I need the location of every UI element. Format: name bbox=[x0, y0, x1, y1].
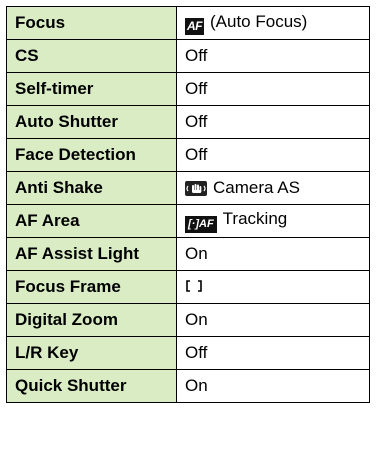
setting-value: On bbox=[176, 237, 370, 271]
table-row: Anti Shake Camera AS bbox=[6, 171, 370, 205]
setting-value: Off bbox=[176, 138, 370, 172]
setting-value-cell: [·]AF Tracking bbox=[176, 204, 370, 238]
setting-label: Digital Zoom bbox=[6, 303, 177, 337]
af-tracking-icon-text: AF bbox=[199, 218, 214, 230]
setting-value-cell: AF (Auto Focus) bbox=[176, 6, 370, 40]
setting-value: Tracking bbox=[222, 209, 288, 228]
setting-label: AF Assist Light bbox=[6, 237, 177, 271]
setting-label: AF Area bbox=[6, 204, 177, 238]
af-tracking-icon: [·]AF bbox=[185, 216, 217, 233]
setting-value-cell: Camera AS bbox=[176, 171, 370, 205]
setting-label: Face Detection bbox=[6, 138, 177, 172]
table-row: Digital Zoom On bbox=[6, 303, 370, 337]
table-row: L/R Key Off bbox=[6, 336, 370, 370]
af-icon: AF bbox=[185, 17, 204, 35]
table-row: Auto Shutter Off bbox=[6, 105, 370, 139]
setting-label: CS bbox=[6, 39, 177, 73]
setting-value: Off bbox=[176, 72, 370, 106]
table-row: Face Detection Off bbox=[6, 138, 370, 172]
setting-label: Quick Shutter bbox=[6, 369, 177, 403]
setting-label: Focus Frame bbox=[6, 270, 177, 304]
setting-label: Focus bbox=[6, 6, 177, 40]
setting-value: On bbox=[176, 369, 370, 403]
table-row: AF Area [·]AF Tracking bbox=[6, 204, 370, 238]
table-row: Quick Shutter On bbox=[6, 369, 370, 403]
setting-value: Camera AS bbox=[213, 178, 300, 197]
setting-value-cell bbox=[176, 270, 370, 304]
focus-frame-icon bbox=[185, 278, 203, 298]
table-row: Focus AF (Auto Focus) bbox=[6, 6, 370, 40]
settings-table: Focus AF (Auto Focus) CS Off Self-timer O… bbox=[6, 6, 370, 403]
setting-value: On bbox=[176, 303, 370, 337]
setting-value: Off bbox=[176, 39, 370, 73]
setting-value: Off bbox=[176, 336, 370, 370]
table-row: AF Assist Light On bbox=[6, 237, 370, 271]
setting-value: Off bbox=[176, 105, 370, 139]
settings-table-container: Focus AF (Auto Focus) CS Off Self-timer O… bbox=[6, 6, 370, 403]
setting-value: (Auto Focus) bbox=[210, 11, 308, 31]
setting-label: Self-timer bbox=[6, 72, 177, 106]
setting-label: Anti Shake bbox=[6, 171, 177, 205]
setting-label: L/R Key bbox=[6, 336, 177, 370]
table-row: Self-timer Off bbox=[6, 72, 370, 106]
table-row: Focus Frame bbox=[6, 270, 370, 304]
anti-shake-hand-icon bbox=[185, 181, 207, 196]
tracking-bracket-icon: [·] bbox=[188, 218, 199, 230]
setting-label: Auto Shutter bbox=[6, 105, 177, 139]
table-row: CS Off bbox=[6, 39, 370, 73]
